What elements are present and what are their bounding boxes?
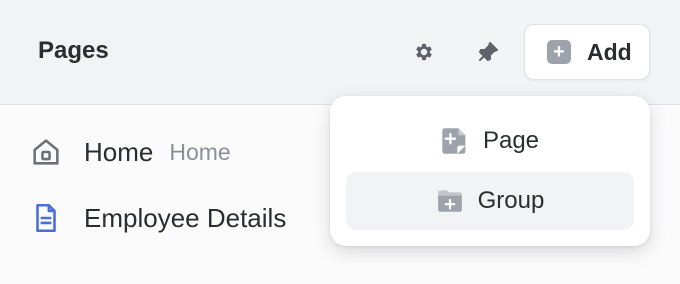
add-button[interactable]: + Add: [524, 24, 650, 80]
page-item-label: Home: [84, 136, 154, 167]
add-dropdown-menu: Page Group: [330, 96, 650, 246]
page-item-employee-details[interactable]: Employee Details: [28, 200, 286, 236]
settings-button[interactable]: [406, 34, 442, 70]
menu-item-group[interactable]: Group: [346, 172, 634, 230]
page-item-route: Home: [169, 138, 231, 165]
home-icon: [28, 134, 64, 170]
folder-plus-icon: [437, 190, 462, 212]
page-header: Pages + Add: [0, 0, 680, 105]
page-title: Pages: [38, 37, 109, 64]
pin-button[interactable]: [470, 34, 506, 70]
document-icon: [28, 200, 64, 236]
add-button-label: Add: [587, 38, 632, 65]
menu-item-page[interactable]: Page: [346, 112, 634, 170]
menu-item-label: Group: [477, 187, 545, 214]
page-plus-icon: [442, 128, 466, 154]
plus-square-icon: +: [547, 40, 571, 64]
pin-icon: [479, 42, 498, 61]
page-item-label: Employee Details: [84, 202, 287, 233]
page-item-home[interactable]: Home Home: [28, 134, 231, 170]
gear-icon: [416, 43, 432, 61]
menu-item-label: Page: [482, 127, 540, 154]
